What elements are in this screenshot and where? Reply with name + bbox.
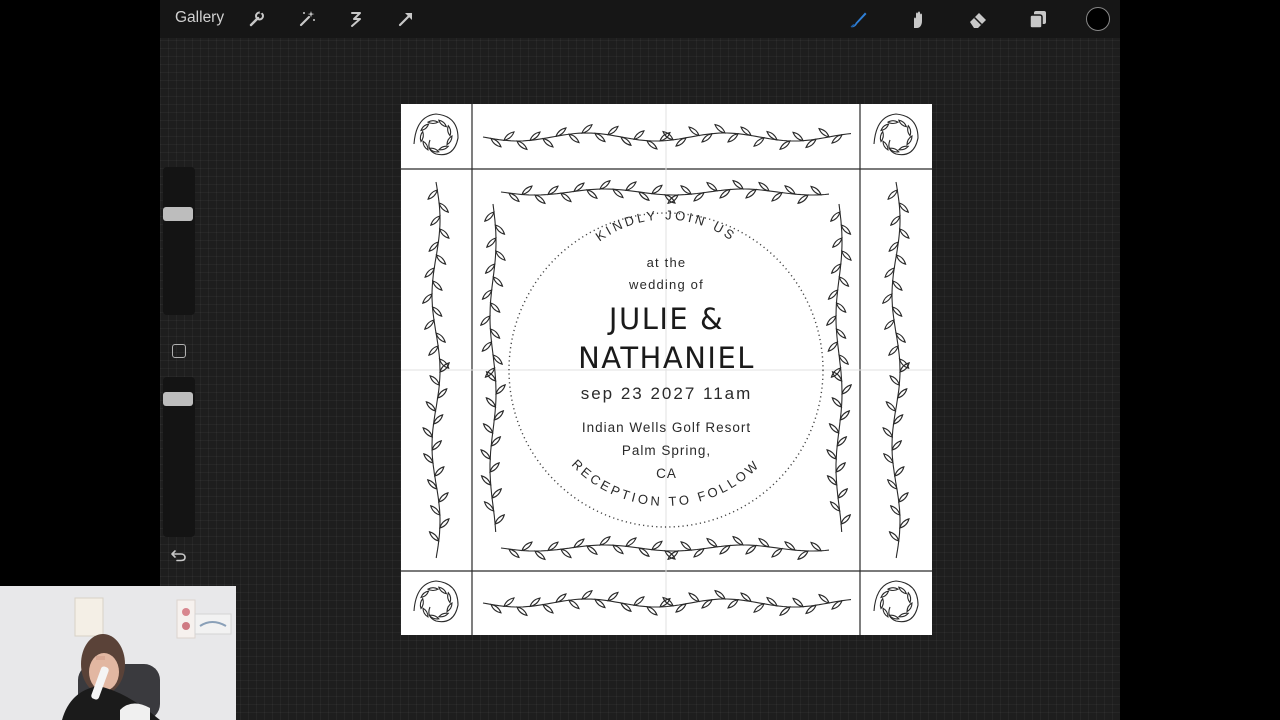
invitation-canvas[interactable]: KINDLY JOIN US RECEPTION TO FOLLOW at th… bbox=[401, 104, 932, 635]
invite-line-2: wedding of bbox=[629, 277, 704, 292]
event-date: sep 23 2027 11am bbox=[580, 384, 753, 403]
brush-size-thumb[interactable] bbox=[163, 207, 193, 221]
color-picker-button[interactable] bbox=[1086, 7, 1110, 31]
magic-wand-icon[interactable] bbox=[296, 8, 318, 30]
top-toolbar: Gallery bbox=[160, 0, 1120, 38]
modify-square-icon[interactable] bbox=[172, 344, 186, 358]
wrench-icon[interactable] bbox=[245, 8, 267, 30]
venue-line-1: Indian Wells Golf Resort bbox=[581, 420, 752, 435]
couple-name-2: NATHANIEL bbox=[578, 341, 755, 375]
opacity-thumb[interactable] bbox=[163, 392, 193, 406]
gallery-button[interactable]: Gallery bbox=[175, 9, 224, 27]
eraser-icon[interactable] bbox=[967, 8, 989, 30]
selection-icon[interactable] bbox=[345, 8, 367, 30]
couple-name-1: JULIE & bbox=[608, 302, 725, 336]
opacity-slider[interactable] bbox=[163, 377, 195, 537]
layers-icon[interactable] bbox=[1027, 8, 1049, 30]
left-sidebar bbox=[163, 167, 195, 582]
undo-icon[interactable] bbox=[170, 546, 188, 564]
transform-arrow-icon[interactable] bbox=[395, 8, 417, 30]
invite-line-1: at the bbox=[646, 255, 687, 270]
smudge-icon[interactable] bbox=[906, 8, 928, 30]
venue-line-2: Palm Spring, bbox=[621, 443, 712, 458]
venue-line-3: CA bbox=[656, 466, 677, 481]
webcam-overlay bbox=[0, 586, 236, 720]
brush-size-slider[interactable] bbox=[163, 167, 195, 315]
brush-icon[interactable] bbox=[847, 8, 869, 30]
